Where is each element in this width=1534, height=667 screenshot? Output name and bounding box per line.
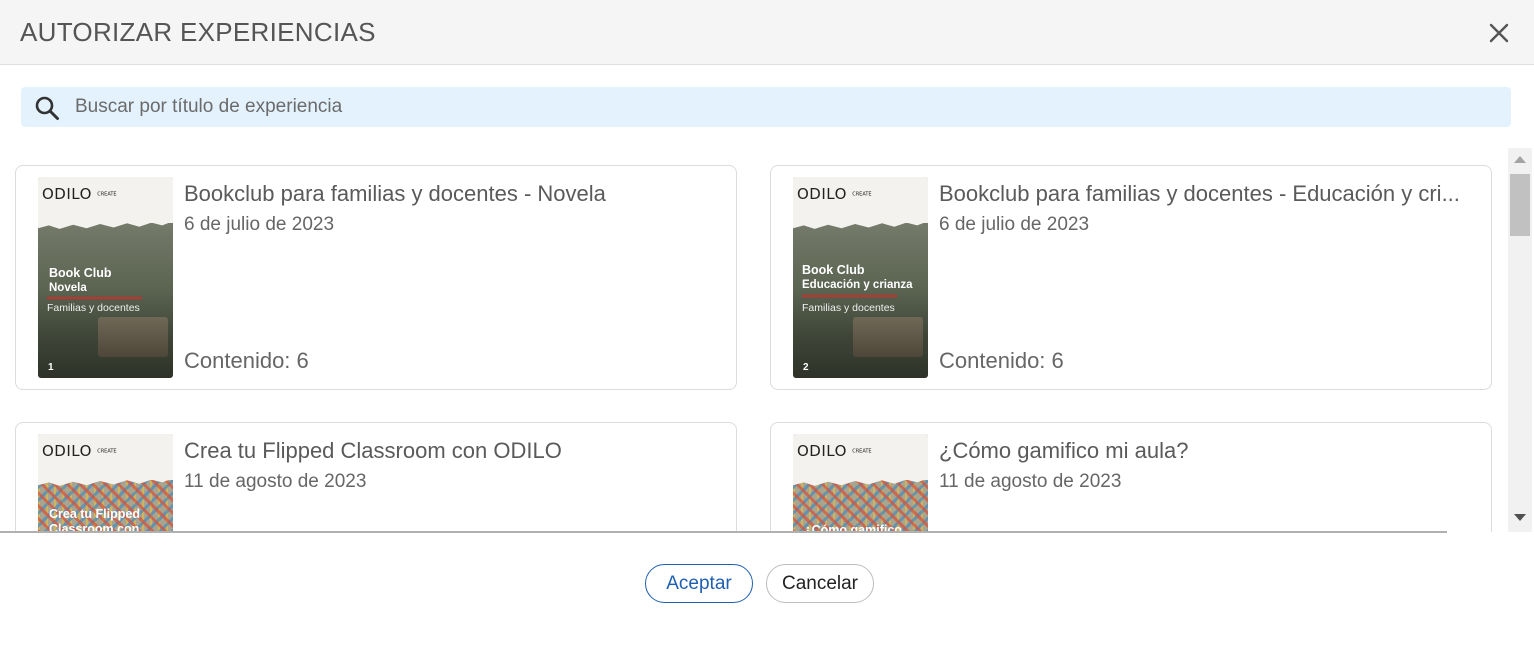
experience-title: ¿Cómo gamifico mi aula? [939, 438, 1189, 463]
experience-title: Bookclub para familias y docentes - Educ… [939, 181, 1460, 206]
experience-content-count: Contenido: 6 [939, 348, 1064, 373]
scroll-up-arrow-icon[interactable] [1514, 156, 1526, 163]
experience-date: 6 de julio de 2023 [184, 214, 335, 235]
odilo-logo: ODILO CREATE [797, 442, 872, 460]
experience-date: 6 de julio de 2023 [939, 214, 1090, 235]
experience-list[interactable]: ODILO CREATE Book Club Novela Familias y… [0, 148, 1508, 532]
experience-content-count: Contenido: 6 [184, 348, 309, 373]
search-bar [21, 87, 1511, 127]
odilo-logo: ODILO CREATE [797, 185, 872, 203]
experience-thumbnail: ODILO CREATE Book Club Educación y crian… [793, 177, 928, 378]
list-scrollbar[interactable] [1508, 148, 1532, 532]
experience-date: 11 de agosto de 2023 [939, 471, 1122, 492]
close-button[interactable] [1484, 18, 1514, 48]
odilo-logo: ODILO CREATE [42, 442, 117, 460]
odilo-logo: ODILO CREATE [42, 185, 117, 203]
thumbnail-title: Book Club Novela [49, 266, 112, 294]
experience-thumbnail: ODILO CREATE Crea tu Flipped Classroom c… [38, 434, 173, 532]
dialog-title: AUTORIZAR EXPERIENCIAS [20, 17, 376, 47]
accept-button[interactable]: Aceptar [645, 564, 753, 603]
scroll-thumb[interactable] [1510, 174, 1530, 236]
experience-title: Crea tu Flipped Classroom con ODILO [184, 438, 562, 463]
experience-card[interactable]: ODILO CREATE Crea tu Flipped Classroom c… [15, 422, 737, 532]
thumbnail-title: Crea tu Flipped Classroom con [49, 507, 140, 532]
cancel-button[interactable]: Cancelar [766, 564, 874, 603]
experience-card[interactable]: ODILO CREATE Book Club Educación y crian… [770, 165, 1492, 390]
search-icon [35, 96, 59, 120]
dialog-header: AUTORIZAR EXPERIENCIAS [0, 0, 1534, 65]
close-icon [1489, 23, 1509, 43]
footer-divider [0, 531, 1447, 533]
experience-date: 11 de agosto de 2023 [184, 471, 367, 492]
scroll-down-arrow-icon[interactable] [1514, 514, 1526, 521]
experience-thumbnail: ODILO CREATE Book Club Novela Familias y… [38, 177, 173, 378]
experience-card[interactable]: ODILO CREATE Book Club Novela Familias y… [15, 165, 737, 390]
search-input[interactable] [75, 87, 1495, 127]
experience-title: Bookclub para familias y docentes - Nove… [184, 181, 606, 206]
experience-card[interactable]: ODILO CREATE ¿Cómo gamifico ¿Cómo gamifi… [770, 422, 1492, 532]
thumbnail-title: Book Club Educación y crianza [802, 263, 913, 291]
experience-thumbnail: ODILO CREATE ¿Cómo gamifico [793, 434, 928, 532]
